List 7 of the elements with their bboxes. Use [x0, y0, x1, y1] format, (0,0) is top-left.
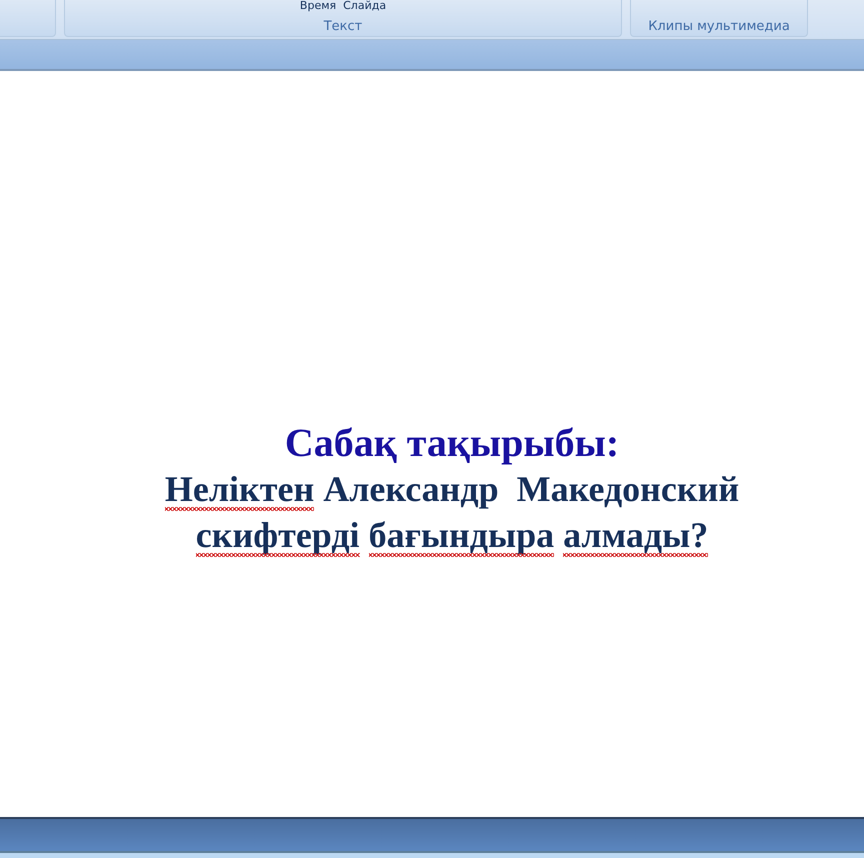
slide-text-line: Неліктен Александр Македонский: [164, 468, 740, 512]
group-label: Текст: [324, 18, 362, 36]
slide-title: Сабақ тақырыбы:: [284, 420, 620, 466]
ribbon-command[interactable]: Время Слайда: [300, 0, 386, 12]
group-label: Клипы мультимедиа: [648, 18, 790, 36]
slide-text-line: скифтерді бағындыра алмады?: [196, 514, 708, 558]
ribbon-group: [0, 0, 56, 37]
